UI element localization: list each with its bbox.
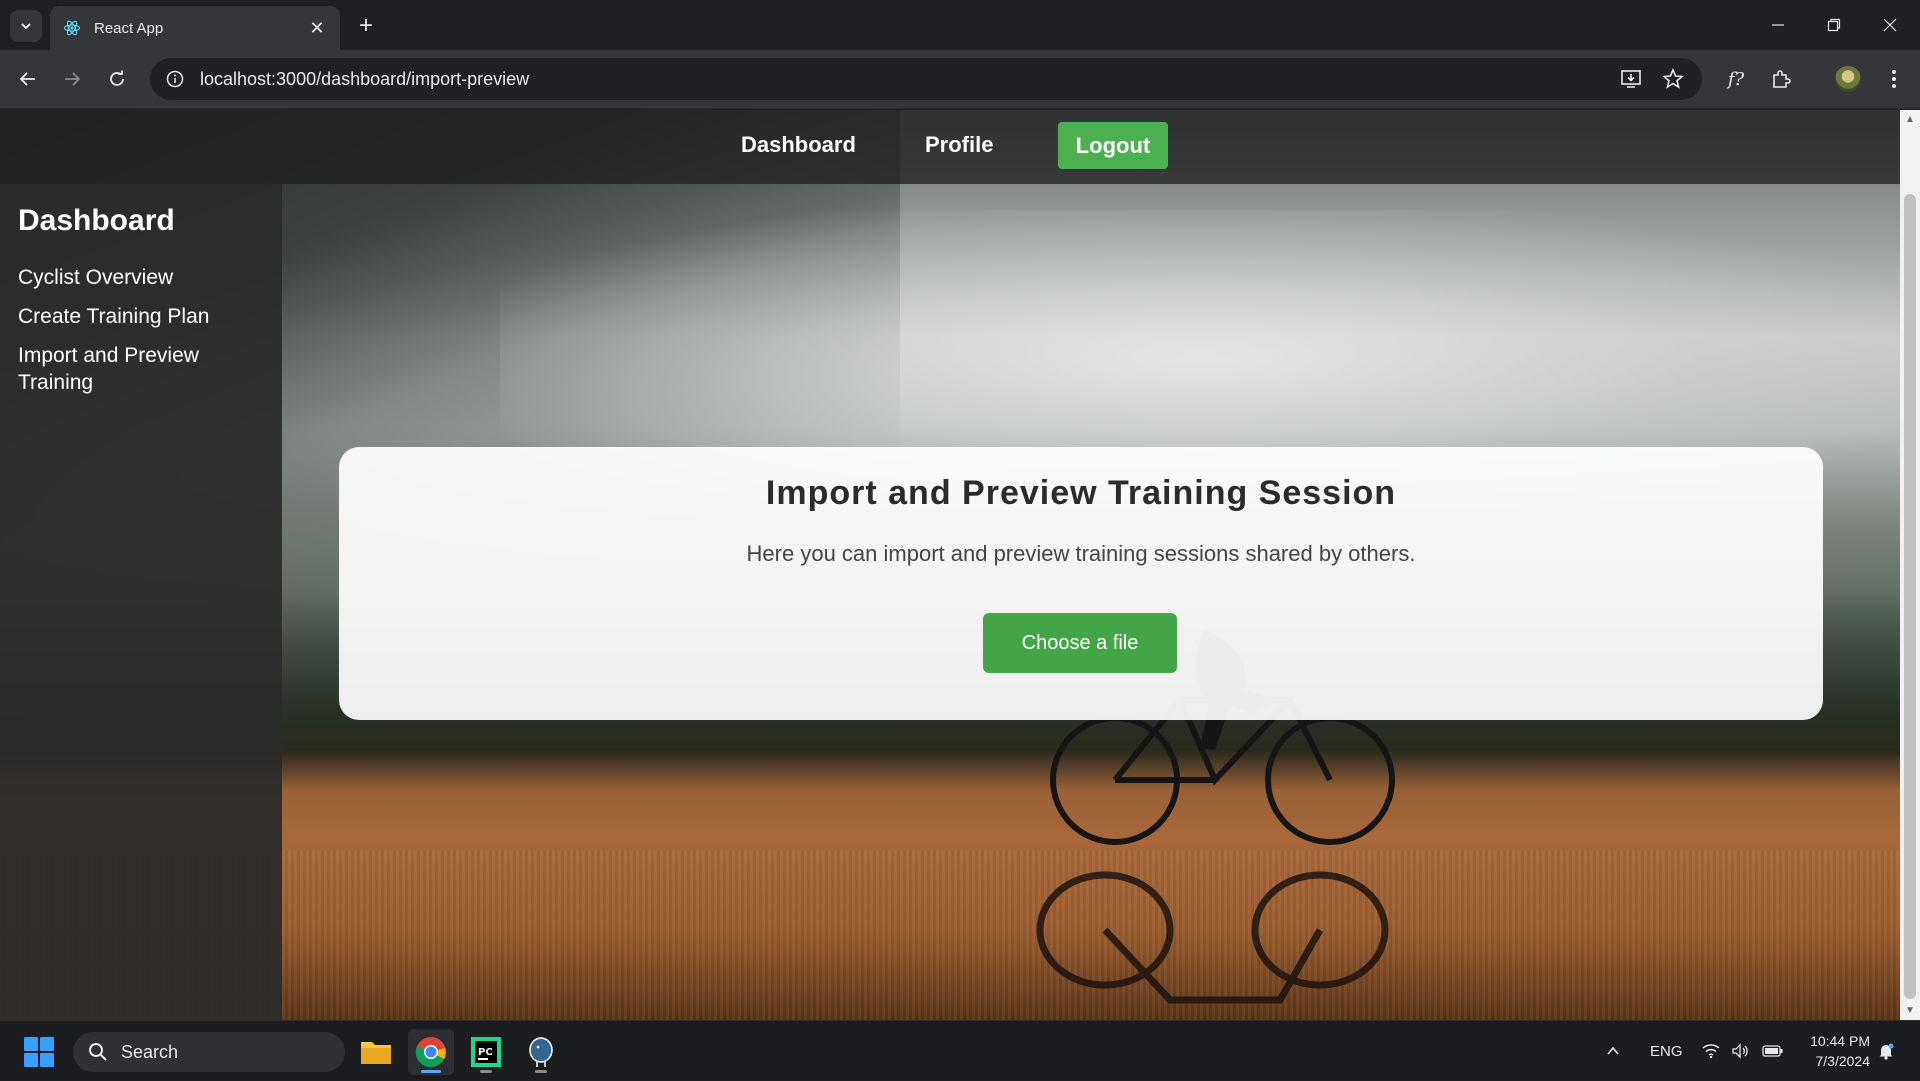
sidebar-item-create-training-plan[interactable]: Create Training Plan: [18, 303, 264, 330]
taskbar-clock[interactable]: 10:44 PM 7/3/2024: [1800, 1031, 1870, 1071]
window-close-icon[interactable]: [1862, 0, 1918, 50]
extensions-puzzle-icon[interactable]: [1765, 63, 1797, 95]
menu-kebab-icon[interactable]: [1878, 63, 1910, 95]
new-tab-button[interactable]: +: [352, 12, 380, 40]
clock-time: 10:44 PM: [1810, 1033, 1870, 1049]
scroll-thumb[interactable]: [1904, 194, 1916, 999]
tab-search-button[interactable]: [10, 10, 42, 42]
search-icon: [87, 1041, 109, 1063]
logout-button[interactable]: Logout: [1058, 122, 1168, 169]
windows-start-icon[interactable]: [24, 1037, 54, 1067]
page-viewport: Dashboard Profile Logout Dashboard Cycli…: [0, 110, 1900, 1020]
formula-extension-icon[interactable]: f?: [1720, 63, 1752, 95]
show-hidden-icons-icon[interactable]: [1605, 1021, 1621, 1081]
svg-text:PC: PC: [478, 1047, 493, 1058]
chevron-down-icon: [21, 23, 31, 30]
postgresql-icon[interactable]: [518, 1029, 564, 1075]
back-icon[interactable]: [12, 63, 44, 95]
taskbar-search-label: Search: [121, 1041, 179, 1062]
address-bar[interactable]: localhost:3000/dashboard/import-preview: [150, 58, 1702, 100]
minimize-icon[interactable]: [1750, 0, 1806, 50]
scroll-up-icon[interactable]: ▲: [1903, 112, 1917, 126]
choose-file-button[interactable]: Choose a file: [983, 613, 1177, 673]
sidebar-title: Dashboard: [18, 204, 175, 237]
notification-bell-icon[interactable]: [1877, 1021, 1895, 1081]
tab-strip: React App ✕ +: [0, 0, 1920, 50]
nav-link-dashboard[interactable]: Dashboard: [741, 132, 856, 158]
nav-link-profile[interactable]: Profile: [925, 132, 993, 158]
top-navigation: Dashboard Profile Logout: [0, 110, 1900, 184]
profile-avatar[interactable]: [1832, 63, 1864, 95]
sidebar-item-cyclist-overview[interactable]: Cyclist Overview: [18, 264, 264, 291]
tab-close-icon[interactable]: ✕: [306, 17, 328, 39]
import-card: Import and Preview Training Session Here…: [339, 447, 1823, 720]
page-scrollbar[interactable]: ▲ ▼: [1900, 110, 1920, 1020]
volume-icon[interactable]: [1731, 1021, 1749, 1081]
language-indicator[interactable]: ENG: [1650, 1021, 1683, 1081]
bookmark-star-icon[interactable]: [1661, 67, 1685, 91]
scroll-down-icon[interactable]: ▼: [1903, 1003, 1917, 1017]
tab-title: React App: [94, 19, 164, 37]
wifi-icon[interactable]: [1702, 1021, 1720, 1081]
restore-icon[interactable]: [1806, 0, 1862, 50]
install-app-icon[interactable]: [1619, 67, 1643, 91]
file-explorer-icon[interactable]: [353, 1029, 399, 1075]
windows-taskbar: Search PC ENG 10:44 PM 7/3/2024: [0, 1020, 1920, 1080]
sidebar-item-import-preview[interactable]: Import and Preview Training: [18, 342, 238, 396]
react-logo-icon: [62, 18, 82, 38]
sidebar: Dashboard Cyclist Overview Create Traini…: [0, 184, 282, 1020]
browser-tab[interactable]: React App ✕: [50, 6, 340, 50]
pycharm-icon[interactable]: PC: [463, 1029, 509, 1075]
battery-icon[interactable]: [1762, 1021, 1784, 1081]
site-info-icon[interactable]: [164, 68, 186, 90]
field-shape: [0, 850, 1900, 1020]
page-description: Here you can import and preview training…: [746, 541, 1416, 566]
forward-icon[interactable]: [56, 63, 88, 95]
chrome-icon[interactable]: [408, 1029, 454, 1075]
taskbar-search[interactable]: Search: [73, 1032, 345, 1072]
avatar: [1835, 66, 1861, 92]
browser-toolbar: localhost:3000/dashboard/import-preview …: [0, 50, 1920, 109]
reload-icon[interactable]: [101, 63, 133, 95]
url-text: localhost:3000/dashboard/import-preview: [200, 68, 530, 89]
page-title: Import and Preview Training Session: [765, 474, 1397, 512]
clock-date: 7/3/2024: [1815, 1053, 1871, 1069]
